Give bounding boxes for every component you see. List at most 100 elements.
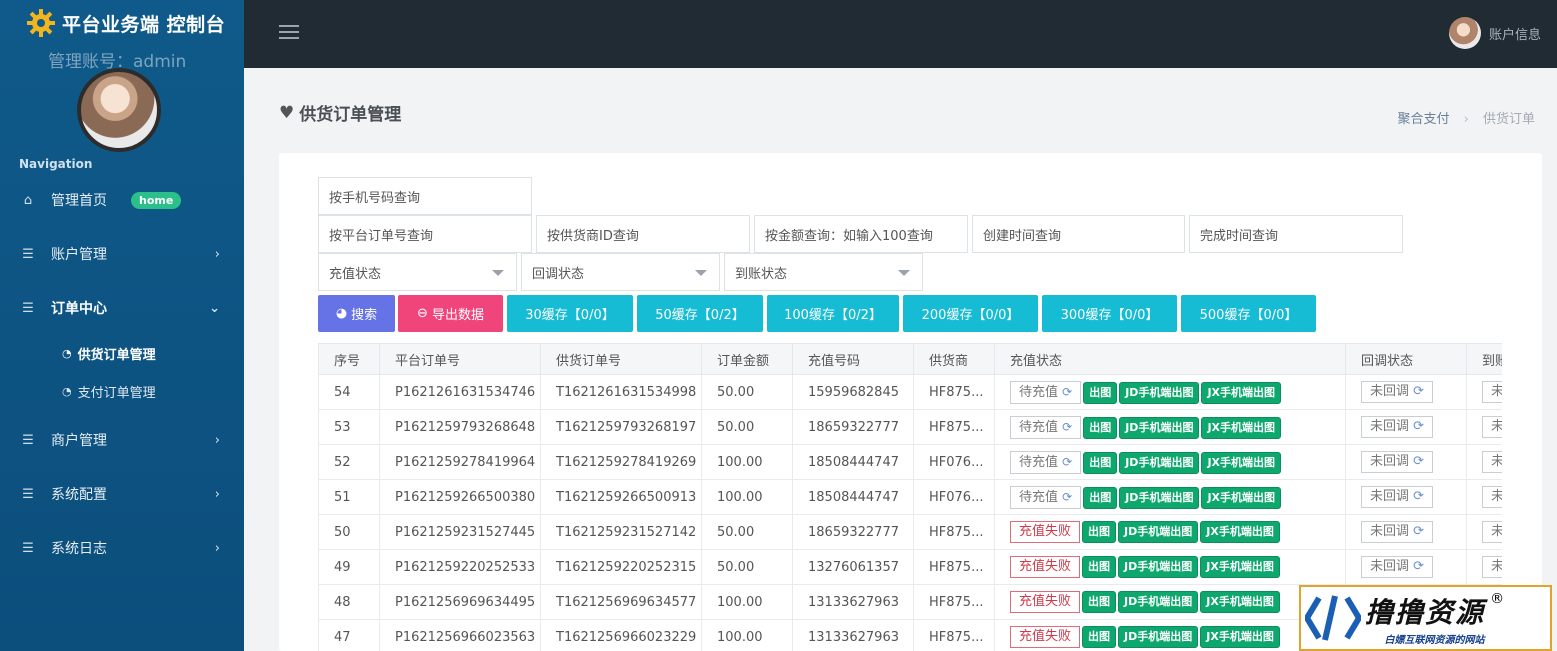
supplier-id-input[interactable]: 按供货商ID查询: [536, 215, 750, 253]
chevron-right-icon: ›: [214, 486, 220, 502]
arrival-badge[interactable]: 未: [1482, 381, 1502, 403]
jx-mobile-image-button[interactable]: JX手机端出图: [1200, 521, 1280, 543]
sidebar-item-system-log[interactable]: ☰ 系统日志 ›: [0, 528, 244, 568]
cell-supply-order: T1621256969634577: [540, 584, 702, 620]
select-value: 充值状态: [329, 266, 382, 282]
draw-image-button[interactable]: 出图: [1082, 626, 1117, 648]
jd-mobile-image-button[interactable]: JD手机端出图: [1118, 626, 1199, 648]
callback-badge[interactable]: 未回调 ⟳: [1361, 416, 1434, 438]
phone-search-input[interactable]: 按手机号码查询: [318, 177, 532, 215]
created-time-input[interactable]: 创建时间查询: [972, 215, 1185, 253]
cell-recharge-status: 待充值 ⟳ 出图 JD手机端出图 JX手机端出图: [994, 409, 1346, 445]
arrival-badge[interactable]: 未: [1482, 556, 1502, 578]
status-badge[interactable]: 充值失败: [1010, 626, 1081, 648]
cell-platform-order: P1621259278419964: [379, 444, 541, 480]
cell-supply-order: T1621259266500913: [540, 479, 702, 515]
cache-500-button[interactable]: 500缓存【0/0】: [1181, 295, 1316, 332]
draw-image-button[interactable]: 出图: [1083, 416, 1118, 439]
draw-image-button[interactable]: 出图: [1083, 381, 1118, 404]
jd-mobile-image-button[interactable]: JD手机端出图: [1118, 521, 1199, 543]
callback-badge[interactable]: 未回调 ⟳: [1361, 521, 1434, 543]
brand[interactable]: 平台业务端 控制台: [0, 0, 244, 46]
jd-mobile-image-button[interactable]: JD手机端出图: [1119, 381, 1200, 404]
recharge-status-select[interactable]: 充值状态: [318, 253, 517, 291]
status-badge[interactable]: 待充值 ⟳: [1010, 380, 1082, 404]
sidebar-item-home[interactable]: ⌂ 管理首页 home: [0, 180, 244, 220]
platform-order-input[interactable]: 按平台订单号查询: [318, 215, 532, 253]
sidebar-item-label: 系统配置: [51, 487, 107, 503]
jx-mobile-image-button[interactable]: JX手机端出图: [1201, 451, 1282, 474]
watermark-title: 撸撸资源: [1365, 595, 1486, 629]
arrival-badge[interactable]: 未: [1482, 451, 1502, 473]
sidebar-item-merchants[interactable]: ☰ 商户管理 ›: [0, 420, 244, 460]
jd-mobile-image-button[interactable]: JD手机端出图: [1119, 416, 1200, 439]
jx-mobile-image-button[interactable]: JX手机端出图: [1201, 416, 1282, 439]
refresh-icon: ⟳: [1062, 384, 1073, 399]
menu-toggle-icon[interactable]: [279, 25, 299, 43]
arrival-badge[interactable]: 未: [1482, 486, 1502, 508]
amount-input[interactable]: 按金额查询：如输入100查询: [754, 215, 968, 253]
status-badge[interactable]: 待充值 ⟳: [1010, 450, 1082, 474]
sidebar-item-label: 系统日志: [51, 541, 107, 557]
status-badge[interactable]: 充值失败: [1010, 591, 1081, 613]
jd-mobile-image-button[interactable]: JD手机端出图: [1119, 486, 1200, 509]
callback-badge[interactable]: 未回调 ⟳: [1361, 486, 1434, 508]
refresh-icon: ⟳: [1413, 419, 1425, 434]
jx-mobile-image-button[interactable]: JX手机端出图: [1200, 556, 1280, 578]
cache-50-button[interactable]: 50缓存【0/2】: [637, 295, 763, 332]
cell-amount: 100.00: [701, 479, 793, 515]
sidebar-item-accounts[interactable]: ☰ 账户管理 ›: [0, 234, 244, 274]
cell-arrival-status: 未: [1466, 549, 1502, 585]
draw-image-button[interactable]: 出图: [1082, 591, 1117, 613]
cache-30-button[interactable]: 30缓存【0/0】: [507, 295, 633, 332]
cell-arrival-status: 未: [1466, 374, 1502, 410]
callback-badge[interactable]: 未回调 ⟳: [1361, 556, 1434, 578]
sidebar-item-system-config[interactable]: ☰ 系统配置 ›: [0, 474, 244, 514]
callback-badge[interactable]: 未回调 ⟳: [1361, 451, 1434, 473]
cell-amount: 100.00: [701, 619, 793, 651]
cell-phone: 18659322777: [792, 514, 914, 550]
breadcrumb-link[interactable]: 聚合支付: [1397, 112, 1449, 127]
jx-mobile-image-button[interactable]: JX手机端出图: [1201, 381, 1282, 404]
jd-mobile-image-button[interactable]: JD手机端出图: [1118, 556, 1199, 578]
jx-mobile-image-button[interactable]: JX手机端出图: [1200, 626, 1280, 648]
jx-mobile-image-button[interactable]: JX手机端出图: [1201, 486, 1282, 509]
draw-image-button[interactable]: 出图: [1083, 486, 1118, 509]
heart-icon: ♥: [279, 102, 295, 123]
draw-image-button[interactable]: 出图: [1082, 556, 1117, 578]
cell-arrival-status: 未: [1466, 514, 1502, 550]
status-badge[interactable]: 待充值 ⟳: [1010, 485, 1082, 509]
cache-300-button[interactable]: 300缓存【0/0】: [1042, 295, 1177, 332]
status-badge[interactable]: 待充值 ⟳: [1010, 415, 1082, 439]
status-badge[interactable]: 充值失败: [1010, 556, 1081, 578]
refresh-icon: ⟳: [1062, 419, 1073, 434]
sidebar-subitem-supply-orders[interactable]: ◔ 供货订单管理: [0, 334, 244, 372]
export-button[interactable]: ⊖ 导出数据: [398, 295, 503, 332]
page-title-text: 供货订单管理: [299, 105, 402, 125]
table-row: 52 P1621259278419964 T1621259278419269 100.…: [318, 444, 1502, 480]
status-badge[interactable]: 充值失败: [1010, 521, 1081, 543]
jx-mobile-image-button[interactable]: JX手机端出图: [1200, 591, 1280, 613]
jd-mobile-image-button[interactable]: JD手机端出图: [1119, 451, 1200, 474]
status-text: 充值失败: [1019, 524, 1072, 539]
sidebar-item-orders[interactable]: ☰ 订单中心 ⌄: [0, 288, 244, 328]
draw-image-button[interactable]: 出图: [1082, 521, 1117, 543]
sidebar-subitem-payment-orders[interactable]: ◔ 支付订单管理: [0, 372, 244, 410]
cell-id: 50: [318, 514, 380, 550]
cache-100-button[interactable]: 100缓存【0/2】: [767, 295, 899, 332]
home-badge: home: [131, 191, 182, 209]
user-menu[interactable]: 账户信息: [1448, 17, 1541, 49]
jd-mobile-image-button[interactable]: JD手机端出图: [1118, 591, 1199, 613]
callback-status-select[interactable]: 回调状态: [521, 253, 720, 291]
sidebar-item-label: 商户管理: [51, 433, 107, 449]
cell-id: 54: [318, 374, 380, 410]
callback-badge[interactable]: 未回调 ⟳: [1361, 381, 1434, 403]
finished-time-input[interactable]: 完成时间查询: [1189, 215, 1403, 253]
arrival-badge[interactable]: 未: [1482, 416, 1502, 438]
draw-image-button[interactable]: 出图: [1083, 451, 1118, 474]
arrival-badge[interactable]: 未: [1482, 521, 1502, 543]
cell-arrival-status: 未: [1466, 409, 1502, 445]
search-button[interactable]: ◕ 搜索: [318, 295, 395, 332]
arrival-status-select[interactable]: 到账状态: [724, 253, 923, 291]
cache-200-button[interactable]: 200缓存【0/0】: [903, 295, 1038, 332]
